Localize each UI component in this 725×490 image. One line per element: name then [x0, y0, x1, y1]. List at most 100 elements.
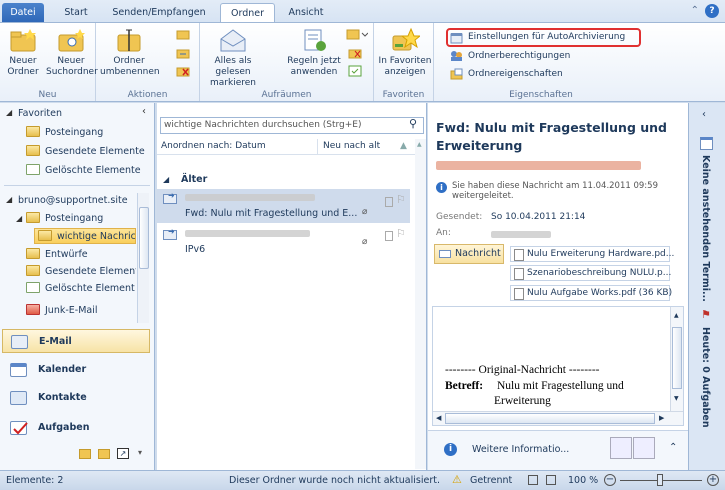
list-scrollbar[interactable]: ▲ [415, 139, 426, 429]
folder-junk[interactable]: Junk-E-Mail [26, 303, 136, 319]
folder-list-icon[interactable] [98, 449, 110, 459]
apply-rules-label: Regeln jetzt anwenden [287, 56, 341, 77]
nav-contacts-button[interactable]: Kontakte [2, 386, 150, 410]
attachment-1[interactable]: Nulu Erweiterung Hardware.pd... [510, 246, 674, 262]
attachment-2[interactable]: Szenariobeschreibung NULU.p... [510, 265, 671, 281]
body-scroll-thumb[interactable] [672, 327, 682, 389]
body-vertical-scrollbar[interactable]: ▲ ▼ [670, 307, 683, 411]
fav-inbox[interactable]: Posteingang [26, 125, 103, 141]
folder-drafts[interactable]: Entwürfe [26, 247, 136, 263]
account-collapse-icon[interactable]: ◢ [6, 195, 12, 204]
zoom-in-icon[interactable]: + [707, 474, 719, 486]
folder-permissions-button[interactable]: Ordnerberechtigungen [448, 48, 638, 64]
group-new-label: Neu [38, 90, 57, 100]
message-tab[interactable]: Nachricht [434, 244, 504, 264]
fav-deleted-label: Gelöschte Elemente [45, 165, 141, 176]
folder-deleted[interactable]: Gelöschte Element [26, 281, 136, 297]
scroll-up-icon[interactable]: ▲ [417, 141, 422, 148]
new-folder-button[interactable]: Neuer Ordner [2, 27, 44, 78]
folder-properties-button[interactable]: Ordnereigenschaften [448, 66, 638, 82]
show-in-favorites-button[interactable]: In Favoriten anzeigen [378, 27, 432, 78]
expand-people-pane-icon[interactable]: ⌃ [669, 442, 677, 453]
expand-todo-icon[interactable]: ‹ [702, 109, 706, 120]
no-appointments-text[interactable]: Keine anstehenden Termi... [700, 155, 711, 302]
folder-important-selected[interactable]: wichtige Nachricht [34, 228, 136, 244]
fav-deleted[interactable]: Gelöschte Elemente [26, 163, 141, 179]
scroll-up-icon[interactable]: ▲ [674, 312, 679, 319]
tab-view[interactable]: Ansicht [283, 3, 329, 23]
body-hscroll-thumb[interactable] [445, 413, 655, 424]
copy-folder-icon[interactable] [176, 28, 190, 40]
people-info-text[interactable]: Weitere Informatio... [472, 444, 569, 455]
sort-order-label[interactable]: Neu nach alt [323, 139, 380, 154]
folder-icon [38, 230, 52, 241]
todo-bar: ‹ Keine anstehenden Termi... ⚑ Heute: 0 … [688, 103, 725, 470]
today-tasks-text[interactable]: Heute: 0 Aufgaben [700, 327, 711, 428]
tab-start[interactable]: Start [58, 3, 94, 23]
attachment-3[interactable]: Nulu Aufgabe Works.pdf (36 KB) [510, 285, 672, 301]
folder-inbox[interactable]: Posteingang [26, 211, 136, 227]
list-scrollbar-bottom[interactable] [415, 429, 426, 469]
contact-avatar[interactable] [610, 437, 632, 459]
arrange-by-label[interactable]: Anordnen nach: Datum [161, 141, 266, 151]
scroll-right-icon[interactable]: ▶ [659, 414, 664, 422]
nav-mail-button[interactable]: E-Mail [2, 329, 150, 353]
zoom-level[interactable]: 100 % [568, 471, 598, 490]
tab-folder[interactable]: Ordner [220, 3, 275, 23]
arrange-bar[interactable]: Anordnen nach: Datum Neu nach alt ▲ [157, 139, 415, 155]
mark-all-read-button[interactable]: Alles als gelesen markieren [202, 27, 264, 89]
fav-sent[interactable]: Gesendete Elemente [26, 144, 145, 160]
sort-arrow-icon[interactable]: ▲ [400, 139, 407, 154]
connection-status[interactable]: Getrennt [470, 471, 512, 490]
ribbon: Neuer Ordner Neuer Suchordner Neu Ordner… [0, 22, 725, 102]
message-item[interactable]: ➜ IPv6 ⌀ ⚐ [157, 225, 410, 259]
contact-avatar[interactable] [633, 437, 655, 459]
body-horizontal-scrollbar[interactable]: ◀ ▶ [433, 411, 683, 425]
scroll-left-icon[interactable]: ◀ [436, 414, 441, 422]
nav-scrollbar[interactable] [137, 193, 149, 323]
cleanup-folder-icon[interactable] [348, 47, 362, 59]
flag-icon[interactable]: ⚐ [396, 227, 406, 240]
show-all-folders-icon[interactable] [346, 27, 369, 41]
folder-sent[interactable]: Gesendete Element [26, 264, 136, 280]
account-header[interactable]: bruno@supportnet.site [18, 195, 136, 206]
configure-buttons-icon[interactable]: ▾ [138, 448, 142, 457]
search-icon[interactable]: ⚲ [409, 117, 417, 130]
collapse-pane-icon[interactable]: ‹ [142, 106, 146, 117]
group-collapse-icon[interactable]: ◢ [163, 175, 169, 184]
category-icon[interactable] [385, 231, 393, 241]
sender-name-blurred[interactable] [436, 161, 641, 170]
zoom-slider-thumb[interactable] [657, 474, 663, 486]
autoarchive-settings-button[interactable]: Einstellungen für AutoArchivierung [446, 28, 641, 47]
apply-rules-button[interactable]: Regeln jetzt anwenden [284, 27, 344, 78]
help-icon[interactable]: ? [705, 4, 719, 18]
tab-send-receive[interactable]: Senden/Empfangen [108, 3, 210, 23]
shortcuts-icon[interactable]: ↗ [117, 448, 129, 459]
message-body[interactable]: -------- Original-Nachricht -------- Bet… [432, 306, 684, 426]
normal-view-icon[interactable] [528, 475, 538, 485]
collapse-triangle-icon[interactable]: ◢ [6, 108, 12, 117]
new-search-folder-button[interactable]: Neuer Suchordner [46, 27, 98, 78]
inbox-collapse-icon[interactable]: ◢ [16, 214, 22, 223]
zoom-out-icon[interactable]: − [604, 474, 616, 486]
move-folder-icon[interactable] [176, 47, 190, 59]
group-header-older[interactable]: Älter [181, 174, 207, 185]
message-item-selected[interactable]: ➜ Fwd: Nulu mit Fragestellung und E... ⌀… [157, 189, 410, 223]
sender-blurred [185, 194, 315, 201]
nav-calendar-button[interactable]: Kalender [2, 358, 150, 382]
nav-scroll-thumb[interactable] [139, 207, 149, 269]
delete-folder-icon[interactable] [176, 65, 190, 77]
minimize-ribbon-icon[interactable]: ⌃ [691, 5, 699, 16]
nav-tasks-button[interactable]: Aufgaben [2, 416, 150, 440]
fav-sent-label: Gesendete Elemente [45, 146, 145, 157]
rename-folder-button[interactable]: Ordner umbenennen [100, 27, 160, 78]
flag-icon[interactable]: ⚐ [396, 193, 406, 206]
search-input[interactable]: wichtige Nachrichten durchsuchen (Strg+E… [160, 117, 424, 134]
scroll-down-icon[interactable]: ▼ [674, 395, 679, 402]
category-icon[interactable] [385, 197, 393, 207]
favorites-header[interactable]: Favoriten [18, 108, 62, 119]
run-rules-icon[interactable] [348, 65, 362, 77]
tab-file[interactable]: Datei [2, 3, 44, 23]
reading-view-icon[interactable] [546, 475, 556, 485]
notes-icon[interactable] [79, 449, 91, 459]
